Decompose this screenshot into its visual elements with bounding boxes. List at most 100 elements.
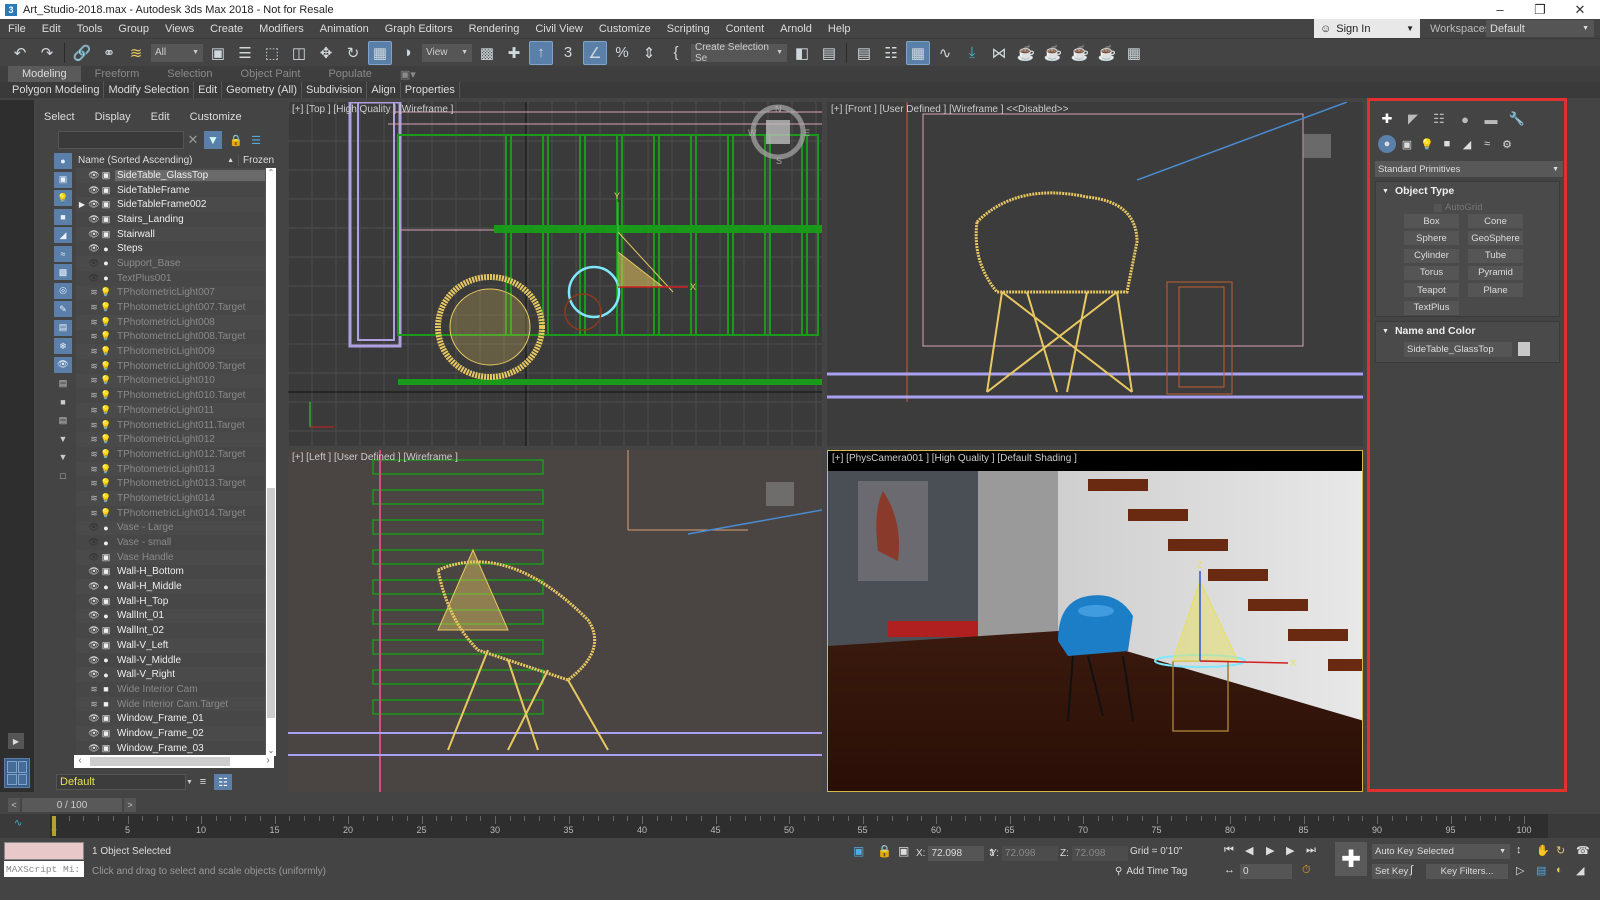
menu-animation[interactable]: Animation [312,23,377,35]
material-editor-icon[interactable]: ⋈ [987,41,1011,65]
layer-icon[interactable]: ≋ [88,684,100,695]
explorer-menu-edit[interactable]: Edit [141,111,180,127]
z-input[interactable]: 72.098 [1071,846,1128,861]
display-none-icon[interactable]: ■ [54,394,72,410]
visibility-eye-icon[interactable]: 👁 [88,640,100,651]
ribbon-tab-selection[interactable]: Selection [153,66,226,82]
ribbon-tab-modeling[interactable]: Modeling [8,66,81,82]
primitive-type-select[interactable]: Standard Primitives ▼ [1375,161,1563,177]
layer-icon[interactable]: ≋ [88,317,100,328]
list-item[interactable]: 👁 ● Vase - Large [76,520,266,536]
display-all-icon[interactable]: ▤ [54,375,72,391]
set-key-button[interactable]: Set Key [1372,864,1412,879]
ribbon-tab-object-paint[interactable]: Object Paint [227,66,315,82]
dolly-icon[interactable]: ▤ [1536,864,1546,877]
absolute-mode-icon[interactable]: ▣ [898,844,909,858]
window-crossing-icon[interactable]: ◫ [287,41,311,65]
visibility-eye-icon[interactable]: 👁 [88,581,100,592]
visibility-eye-icon[interactable]: 👁 [88,566,100,577]
primitive-teapot-button[interactable]: Teapot [1404,283,1459,298]
visibility-eye-icon[interactable]: 👁 [88,537,100,548]
viewport-label-top[interactable]: [+] [Top ] [High Quality ] [Wireframe ] [292,104,453,115]
use-pivot-icon[interactable]: ▩ [475,41,499,65]
layer-icon[interactable]: ≋ [88,478,100,489]
minimize-button[interactable]: – [1480,0,1520,19]
layer-icon[interactable]: ≋ [88,375,100,386]
list-item[interactable]: ≋ 💡 TPhotometricLight012.Target [76,447,266,462]
maxscript-mini-listener[interactable]: MAXScript Mi: [4,861,84,877]
cameras-icon[interactable]: ■ [1438,135,1456,153]
x-input[interactable]: 72.098 [928,846,985,861]
visibility-eye-icon[interactable]: 👁 [88,214,100,225]
list-item[interactable]: ≋ 💡 TPhotometricLight009.Target [76,358,266,374]
menu-modifiers[interactable]: Modifiers [251,23,312,35]
select-manipulate-icon[interactable]: ✚ [502,41,526,65]
list-item[interactable]: ≋ 💡 TPhotometricLight013 [76,461,266,477]
maximize-viewport-icon[interactable]: ◢ [1576,864,1584,877]
ribbon-tab-freeform[interactable]: Freeform [81,66,154,82]
render-production-icon[interactable]: ☕ [1068,41,1092,65]
list-item[interactable]: ≋ 💡 TPhotometricLight013.Target [76,476,266,492]
hierarchy-icon[interactable]: ☷ [1428,109,1450,129]
ribbon-panel-edit[interactable]: Edit [194,82,223,98]
ribbon-options-icon[interactable]: ▣▾ [386,66,430,82]
ribbon-panel-subdivision[interactable]: Subdivision [302,82,368,98]
lights-icon[interactable]: 💡 [1418,135,1436,153]
menu-content[interactable]: Content [718,23,773,35]
scale-icon[interactable]: ▦ [368,40,392,65]
visibility-eye-icon[interactable]: 👁 [88,669,100,680]
space-warps-icon[interactable]: ≈ [1478,135,1496,153]
menu-arnold[interactable]: Arnold [772,23,820,35]
list-item[interactable]: 👁 ▣ WallInt_02 [76,623,266,638]
next-frame-button[interactable]: > [124,798,136,812]
list-item[interactable]: 👁 ● TextPlus001 [76,270,266,286]
viewport-front[interactable]: [+] [Front ] [User Defined ] [Wireframe … [827,102,1363,446]
filter-icon[interactable]: ▼ [204,131,222,149]
layer-icon[interactable]: ≋ [88,464,100,475]
checkbox-box[interactable] [1434,203,1442,212]
ribbon-panel-polygon-modeling[interactable]: Polygon Modeling [8,82,105,98]
pan-icon[interactable]: ✋ [1536,844,1550,857]
list-item[interactable]: 👁 ▣ Stairs_Landing [76,212,266,227]
display-space-warps-icon[interactable]: ≈ [54,245,72,262]
display-icon[interactable]: ▬ [1480,109,1502,129]
list-item[interactable]: 👁 ▣ Window_Frame_02 [76,726,266,741]
visibility-eye-icon[interactable]: 👁 [88,743,100,754]
goto-end-icon[interactable]: ⏭ [1306,844,1316,857]
primitive-textplus-button[interactable]: TextPlus [1404,300,1459,315]
explorer-menu-select[interactable]: Select [34,111,85,127]
viewport-label-front[interactable]: [+] [Front ] [User Defined ] [Wireframe … [831,104,1069,115]
utilities-icon[interactable]: 🔧 [1506,109,1528,129]
display-cameras-icon[interactable]: ■ [54,208,72,225]
sign-in-button[interactable]: ☺ Sign In ▼ [1314,19,1420,38]
list-item[interactable]: 👁 ▣ Window_Frame_03 [76,740,266,756]
ribbon-panel-properties[interactable]: Properties [401,82,460,98]
list-item[interactable]: 👁 ▣ SideTable_GlassTop [76,168,266,183]
roll-icon[interactable]: ◐ [1556,864,1563,876]
visibility-eye-icon[interactable]: 👁 [88,728,100,739]
object-type-header[interactable]: ▼ Object Type [1376,182,1559,200]
scrollbar-thumb[interactable] [90,757,230,766]
visibility-eye-icon[interactable]: 👁 [88,170,100,181]
list-item[interactable]: 👁 ▣ Window_Frame_01 [76,711,266,727]
list-item[interactable]: 👁 ● Support_Base [76,256,266,271]
ribbon-panel-modify-selection[interactable]: Modify Selection [104,82,195,98]
workspace-select[interactable]: Default ▼ [1486,20,1594,37]
list-item[interactable]: ≋ 💡 TPhotometricLight011.Target [76,417,266,433]
undo-icon[interactable]: ↶ [8,41,32,65]
explorer-menu-display[interactable]: Display [85,111,141,127]
explorer-menu-customize[interactable]: Customize [180,111,252,127]
schematic-view-icon[interactable]: ⤓ [960,41,984,65]
viewport-top[interactable]: [+] [Top ] [High Quality ] [Wireframe ] … [288,102,822,446]
layer-icon[interactable]: ≋ [88,361,100,372]
time-config-icon[interactable]: ⏱ [1302,864,1311,877]
create-icon[interactable]: ✚ [1376,109,1398,129]
layer-icon[interactable]: ≋ [88,420,100,431]
display-helpers-icon[interactable]: ◢ [54,227,72,243]
walkthrough-icon[interactable]: ☎ [1576,844,1590,857]
list-item[interactable]: 👁 ● Steps [76,241,266,257]
time-slider-thumb[interactable]: 0 / 100 [22,798,122,812]
orbit-icon[interactable]: ↻ [1556,844,1565,857]
primitive-box-button[interactable]: Box [1404,214,1459,228]
menu-civil-view[interactable]: Civil View [527,23,590,35]
